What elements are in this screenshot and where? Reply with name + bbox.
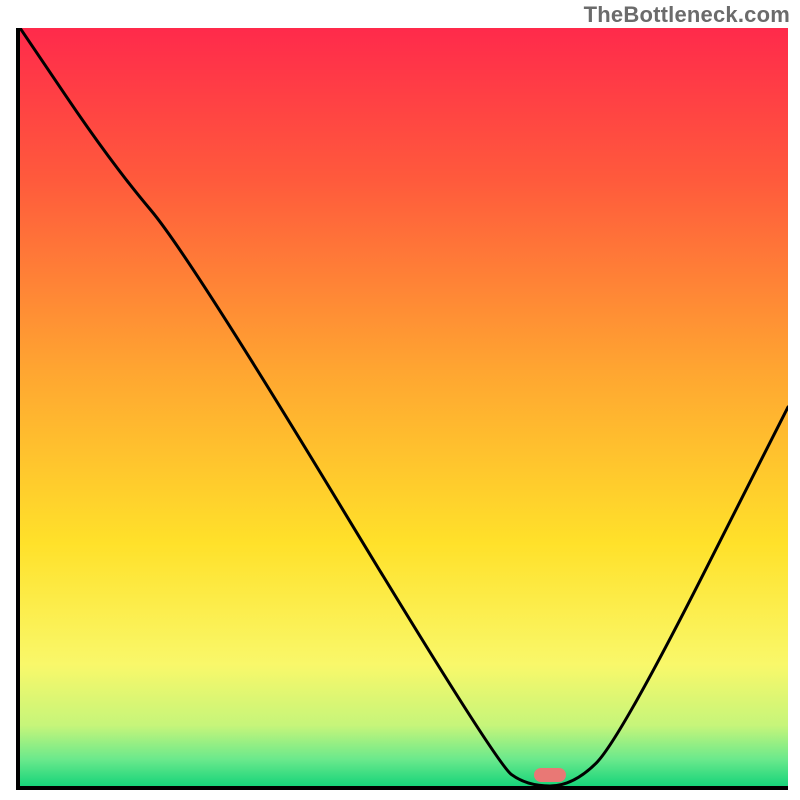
plot-frame xyxy=(16,28,788,790)
optimal-point-marker xyxy=(534,768,566,782)
chart-container: TheBottleneck.com xyxy=(0,0,800,800)
watermark-text: TheBottleneck.com xyxy=(584,2,790,28)
bottleneck-curve xyxy=(20,28,788,786)
